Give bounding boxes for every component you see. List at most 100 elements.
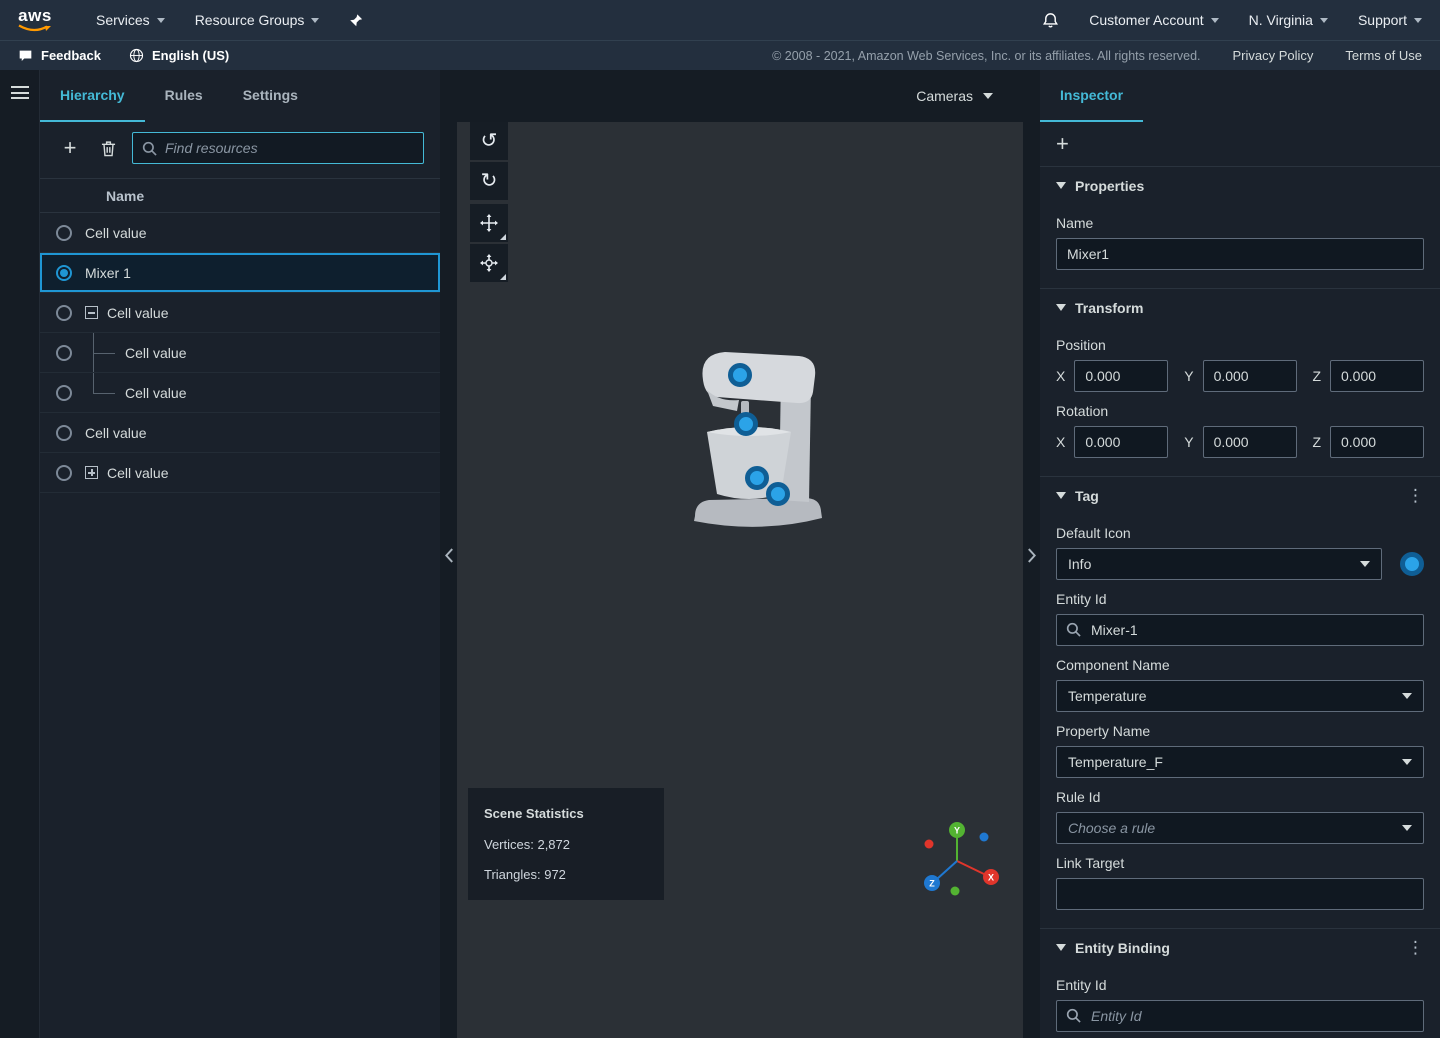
expand-node-icon[interactable] [85,466,98,479]
position-z-input[interactable] [1330,360,1424,392]
scene-tag-widget[interactable] [745,466,769,490]
section-entity-binding-header[interactable]: Entity Binding ⋮ [1040,929,1440,966]
privacy-policy-link[interactable]: Privacy Policy [1233,48,1314,63]
sub-nav-right: © 2008 - 2021, Amazon Web Services, Inc.… [772,48,1422,63]
radio-button[interactable] [56,345,72,361]
link-target-label: Link Target [1056,855,1424,871]
radio-button[interactable] [56,305,72,321]
feedback-label: Feedback [41,48,101,63]
rotation-x-input[interactable] [1074,426,1168,458]
section-tag-header[interactable]: Tag ⋮ [1040,477,1440,514]
notifications-button[interactable] [1042,12,1059,29]
viewport-canvas[interactable]: ↺ ↻ [457,122,1023,1038]
radio-button-checked[interactable] [56,265,72,281]
nav-resource-groups-label: Resource Groups [195,12,305,28]
property-name-label: Property Name [1056,723,1424,739]
language-selector[interactable]: English (US) [129,48,229,63]
globe-icon [129,48,144,63]
hierarchy-row-selected[interactable]: Mixer 1 [40,253,440,293]
chevron-right-icon [1027,548,1036,563]
add-component-button[interactable]: + [1056,131,1069,157]
nav-region[interactable]: N. Virginia [1249,12,1328,28]
hierarchy-row-child[interactable]: Cell value [40,373,440,413]
nav-services[interactable]: Services [96,12,165,28]
section-transform: Transform Position X Y [1040,288,1440,476]
terms-of-use-link[interactable]: Terms of Use [1345,48,1422,63]
collapse-left-panel-button[interactable] [444,548,453,563]
default-icon-dropdown[interactable]: Info [1056,548,1382,580]
top-nav-left: aws Services Resource Groups [18,7,363,33]
hierarchy-row[interactable]: Cell value [40,413,440,453]
hierarchy-row[interactable]: Cell value [40,293,440,333]
section-properties-title: Properties [1075,178,1144,194]
kebab-menu-icon[interactable]: ⋮ [1407,938,1424,958]
axis-x-label: X [1056,434,1065,450]
scene-stats-title: Scene Statistics [484,806,648,821]
tab-rules[interactable]: Rules [145,70,223,122]
aws-logo[interactable]: aws [18,7,52,33]
gizmo-y-label: Y [954,826,960,836]
hamburger-menu-icon[interactable] [11,86,29,99]
main-content: Hierarchy Rules Settings + [0,70,1440,1038]
nav-support[interactable]: Support [1358,12,1422,28]
scene-tag-widget[interactable] [728,363,752,387]
link-target-input[interactable] [1056,878,1424,910]
speech-bubble-icon [18,49,33,63]
cameras-dropdown[interactable]: Cameras [916,88,993,104]
undo-button[interactable]: ↺ [470,122,508,160]
mixer-3d-model[interactable] [689,344,829,534]
binding-entity-id-input[interactable] [1056,1000,1424,1032]
search-input[interactable] [165,140,414,156]
hierarchy-panel: Hierarchy Rules Settings + [40,70,440,1038]
nav-account[interactable]: Customer Account [1089,12,1218,28]
feedback-button[interactable]: Feedback [18,48,101,63]
section-tag-title: Tag [1075,488,1099,504]
axis-gizmo[interactable]: Y X Z [913,821,1003,902]
section-properties-header[interactable]: Properties [1040,167,1440,204]
hierarchy-row[interactable]: Cell value [40,213,440,253]
position-x-input[interactable] [1074,360,1168,392]
tab-hierarchy[interactable]: Hierarchy [40,70,145,122]
nav-resource-groups[interactable]: Resource Groups [195,12,320,28]
tree-connector [93,373,117,412]
rotation-y-input[interactable] [1203,426,1297,458]
move-tool-button[interactable] [470,204,508,242]
name-input[interactable] [1056,238,1424,270]
pin-button[interactable] [349,13,363,28]
collapse-node-icon[interactable] [85,306,98,319]
delete-resource-button[interactable] [94,134,122,162]
tab-settings[interactable]: Settings [223,70,318,122]
bell-icon [1042,12,1059,29]
section-entity-binding: Entity Binding ⋮ Entity Id [1040,928,1440,1038]
section-transform-header[interactable]: Transform [1040,289,1440,326]
inspector-tabs: Inspector [1040,70,1440,122]
pan-tool-button[interactable] [470,244,508,282]
row-label: Cell value [85,425,146,441]
radio-button[interactable] [56,465,72,481]
rotation-z-input[interactable] [1330,426,1424,458]
hierarchy-row[interactable]: Cell value [40,453,440,493]
tab-hierarchy-label: Hierarchy [60,87,125,103]
kebab-menu-icon[interactable]: ⋮ [1407,486,1424,506]
rule-id-dropdown[interactable]: Choose a rule [1056,812,1424,844]
scene-tag-widget[interactable] [766,482,790,506]
add-resource-button[interactable]: + [56,134,84,162]
tag-entity-id-input[interactable] [1056,614,1424,646]
radio-button[interactable] [56,385,72,401]
tab-inspector[interactable]: Inspector [1040,70,1143,122]
collapse-right-panel-button[interactable] [1027,548,1036,563]
property-name-dropdown[interactable]: Temperature_F [1056,746,1424,778]
chevron-down-icon [311,18,319,23]
right-panel-gutter [1023,70,1040,1038]
nav-region-label: N. Virginia [1249,12,1313,28]
chevron-down-icon [1402,825,1412,831]
redo-button[interactable]: ↻ [470,162,508,200]
hierarchy-row-child[interactable]: Cell value [40,333,440,373]
scene-tag-widget[interactable] [734,412,758,436]
default-icon-value: Info [1068,556,1091,572]
radio-button[interactable] [56,425,72,441]
position-y-input[interactable] [1203,360,1297,392]
radio-button[interactable] [56,225,72,241]
default-icon-row: Info [1056,548,1424,580]
component-name-dropdown[interactable]: Temperature [1056,680,1424,712]
